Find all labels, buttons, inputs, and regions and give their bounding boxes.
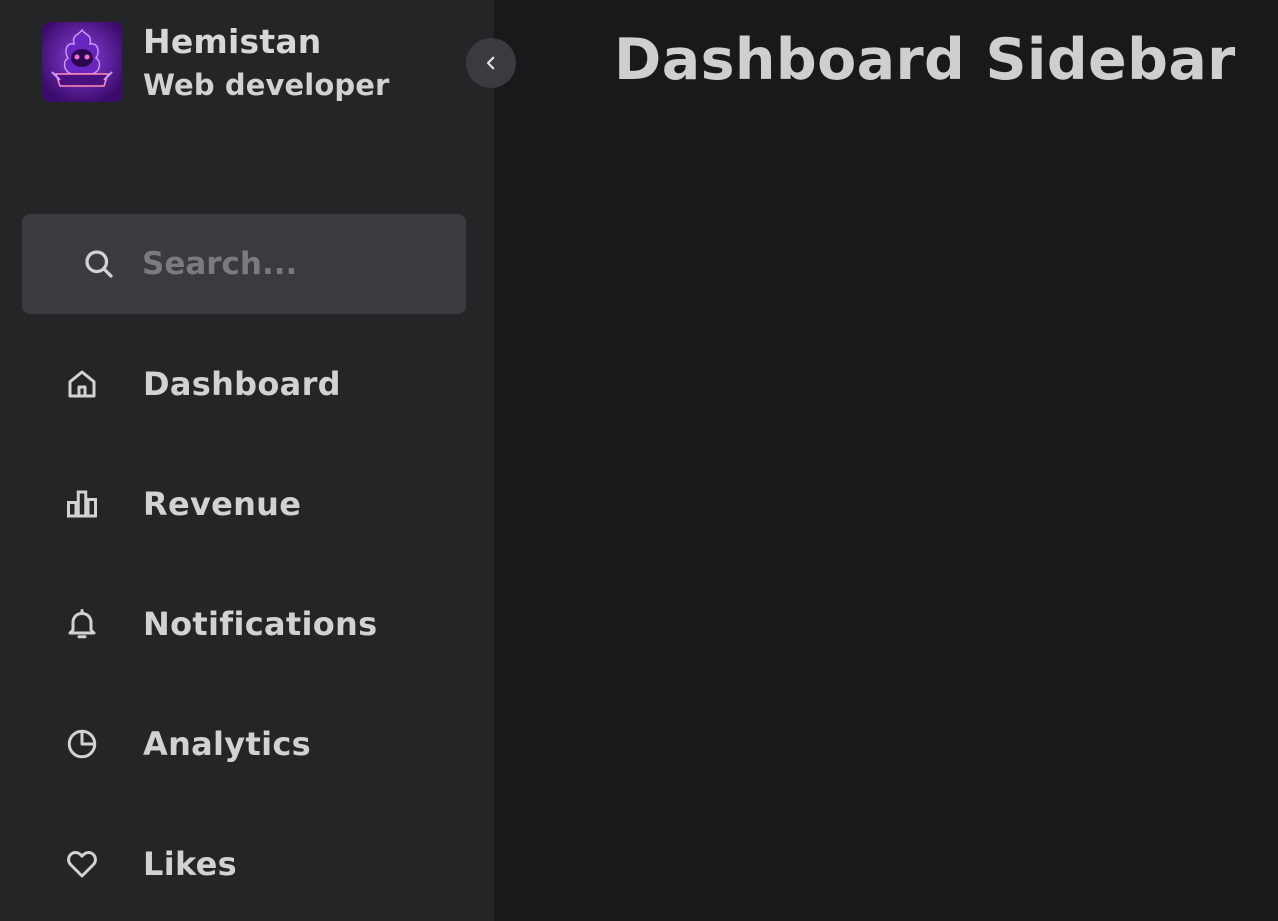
profile-header: Hemistan Web developer: [42, 22, 389, 108]
sidebar-item-analytics[interactable]: Analytics: [22, 694, 466, 794]
sidebar-item-likes[interactable]: Likes: [22, 814, 466, 914]
collapse-sidebar-button[interactable]: [466, 38, 516, 88]
app-window: Hemistan Web developer Search... Dashboa…: [0, 0, 1278, 921]
pie-chart-icon: [64, 726, 100, 762]
search-box[interactable]: [22, 214, 466, 314]
profile-name: Hemistan: [143, 22, 322, 61]
sidebar-item-dashboard[interactable]: Dashboard: [22, 334, 466, 434]
sidebar: Hemistan Web developer Search... Dashboa…: [0, 0, 516, 921]
heart-icon: [64, 846, 100, 882]
sidebar-item-label: Revenue: [143, 485, 302, 523]
profile-role: Web developer: [143, 68, 390, 102]
search-input[interactable]: [142, 238, 442, 290]
sidebar-item-label: Notifications: [143, 605, 378, 643]
hemistan-logo: [42, 22, 122, 102]
sidebar-item-revenue[interactable]: Revenue: [22, 454, 466, 554]
bar-chart-icon: [64, 486, 100, 522]
home-icon: [64, 366, 100, 402]
search-icon: [81, 246, 117, 286]
bell-icon: [64, 606, 100, 642]
profile-text: Hemistan Web developer: [143, 22, 389, 108]
sidebar-item-label: Analytics: [143, 725, 311, 763]
sidebar-item-label: Likes: [143, 845, 238, 883]
sidebar-item-label: Dashboard: [143, 365, 341, 403]
sidebar-item-notifications[interactable]: Notifications: [22, 574, 466, 674]
chevron-left-icon: [486, 56, 495, 70]
page-title: Dashboard Sidebar: [614, 27, 1236, 93]
